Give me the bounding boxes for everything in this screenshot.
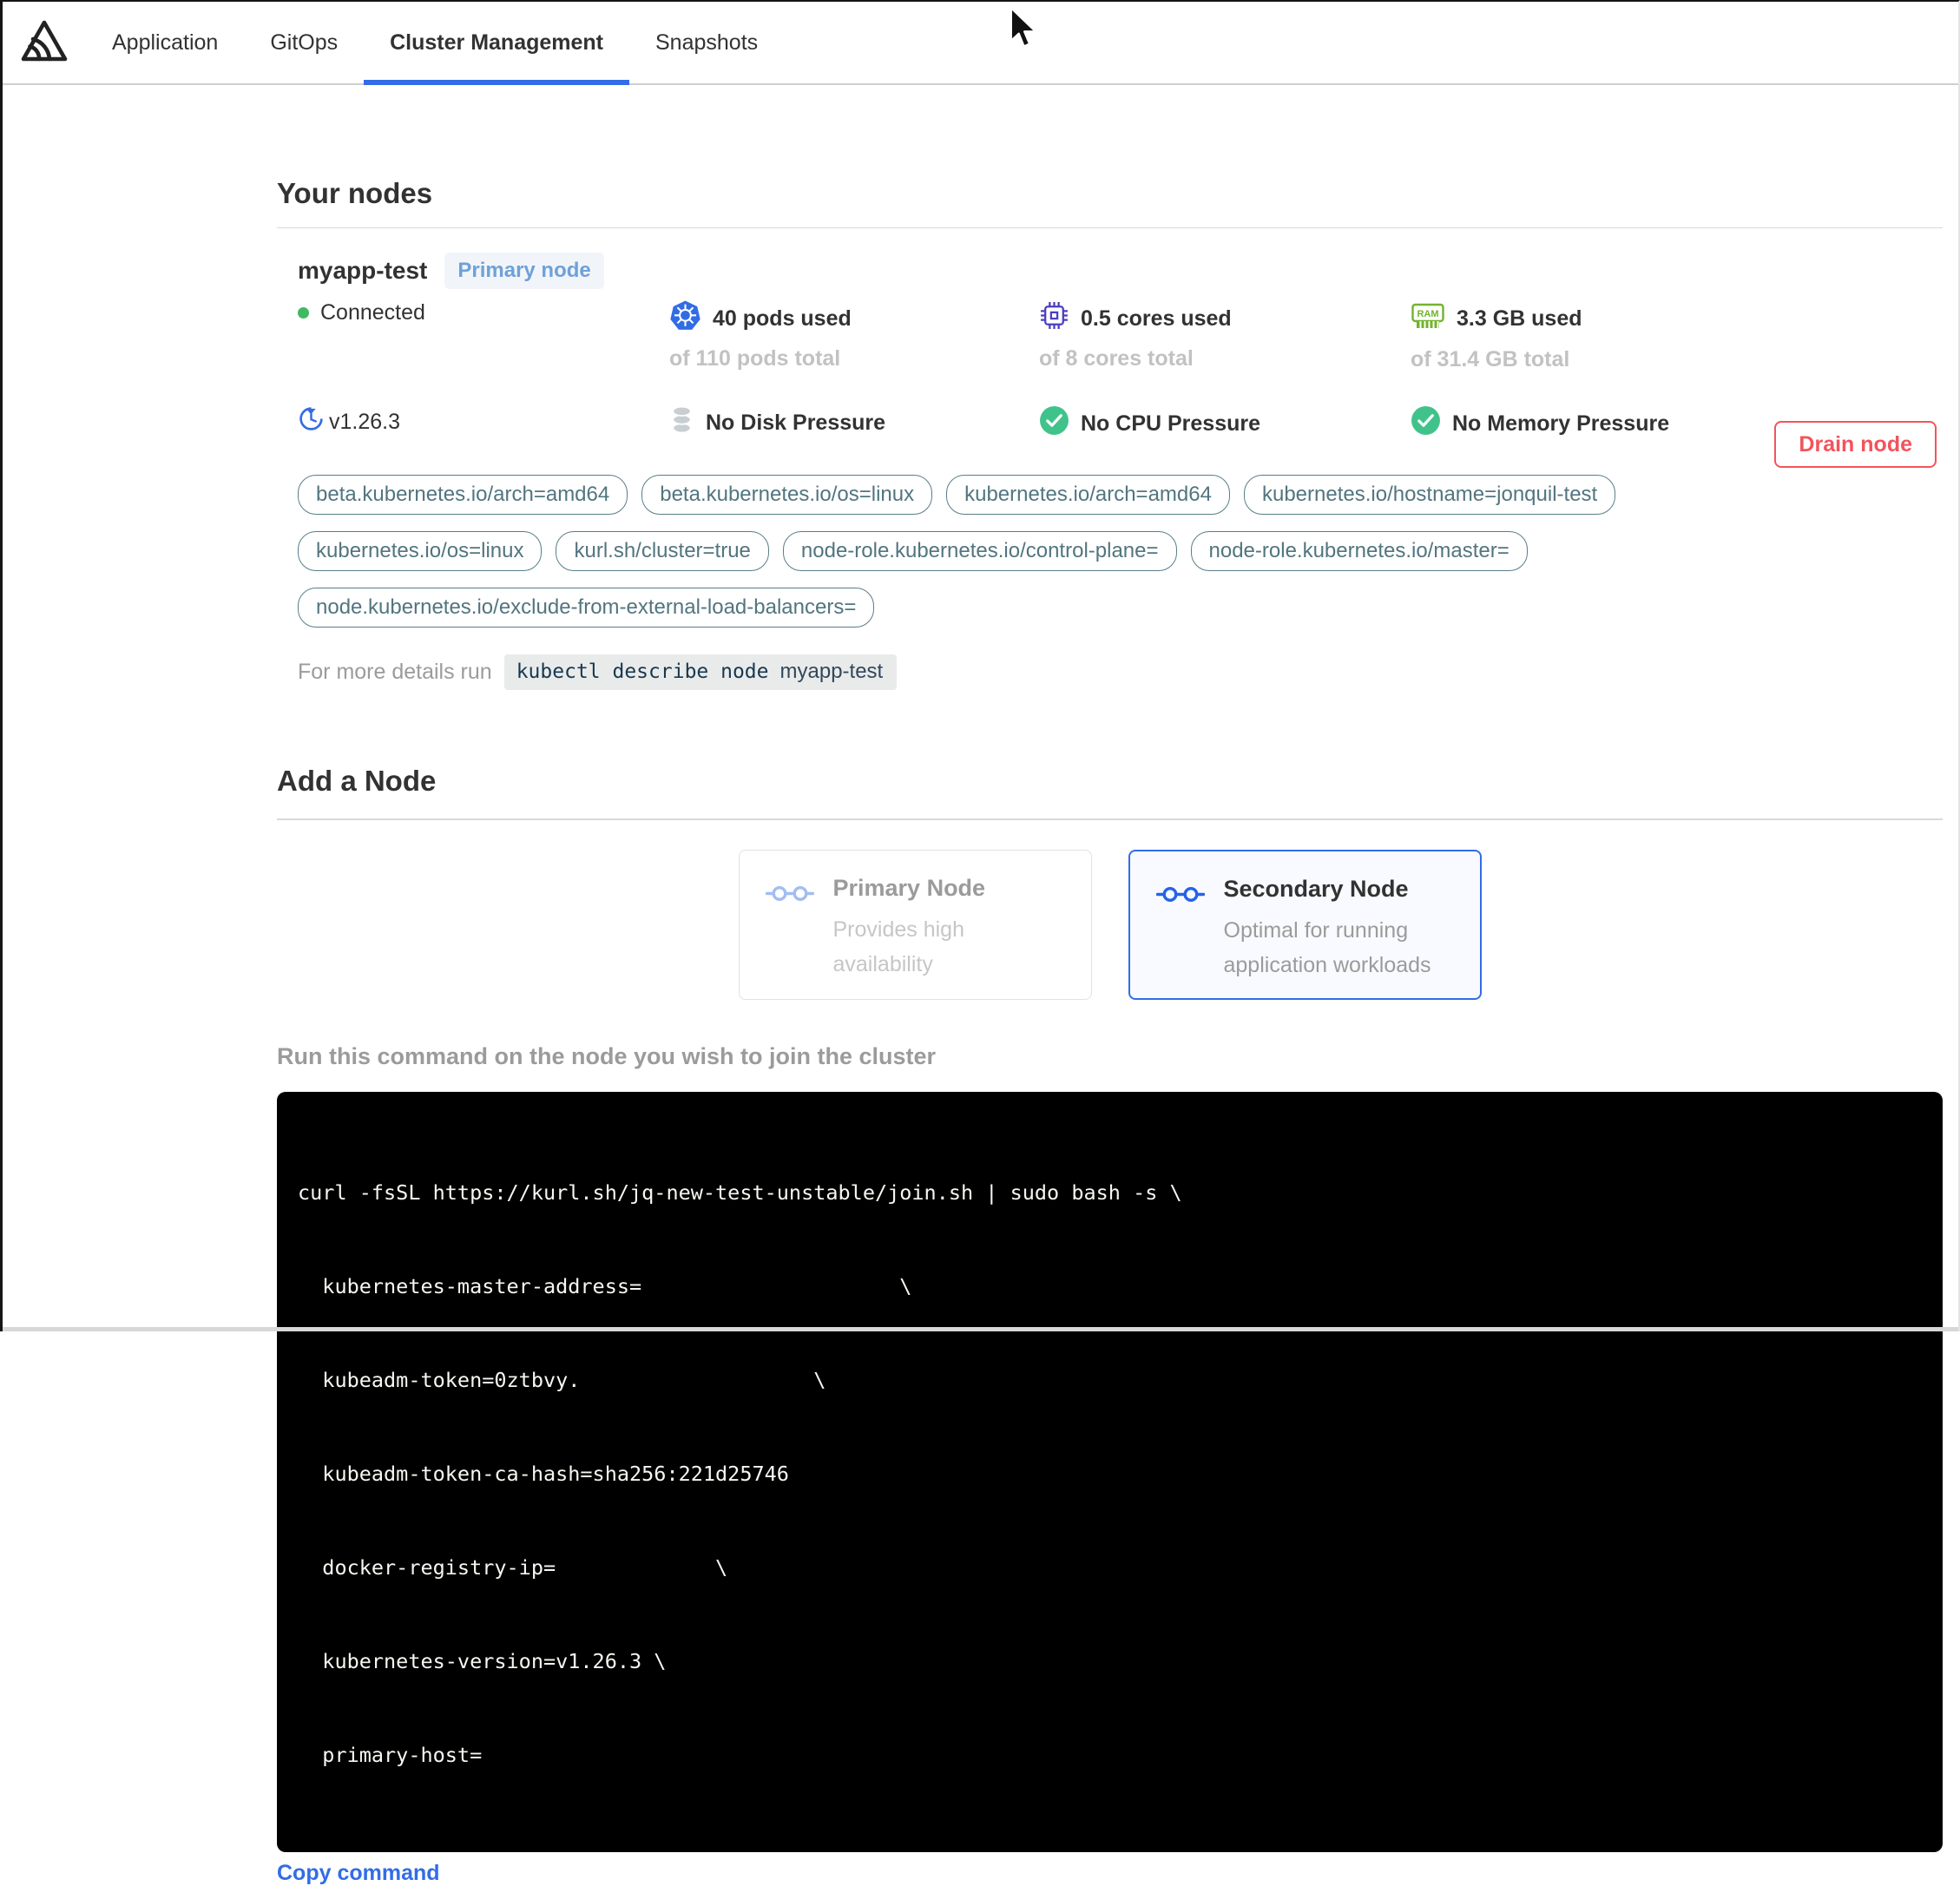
node-label-pill: beta.kubernetes.io/arch=amd64	[298, 475, 628, 515]
node-label-pill: node.kubernetes.io/exclude-from-external…	[298, 588, 875, 628]
node-label-pill: node-role.kubernetes.io/control-plane=	[782, 531, 1177, 571]
node-label-pill: kubernetes.io/arch=amd64	[946, 475, 1230, 515]
primary-node-option[interactable]: Primary Node Provides high availability	[738, 850, 1092, 1000]
node-label-pill: beta.kubernetes.io/os=linux	[641, 475, 933, 515]
node-labels: beta.kubernetes.io/arch=amd64 beta.kuber…	[298, 475, 1652, 628]
mouse-cursor-icon	[1008, 7, 1039, 56]
node-link-icon	[765, 882, 814, 999]
join-command-line: docker-registry-ip= \	[298, 1555, 728, 1580]
node-label-pill: kubernetes.io/hostname=jonquil-test	[1243, 475, 1616, 515]
primary-node-option-subtitle: Provides high availability	[832, 917, 964, 976]
join-command-block: curl -fsSL https://kurl.sh/jq-new-test-u…	[277, 1092, 1943, 1852]
join-instruction: Run this command on the node you wish to…	[277, 1043, 937, 1069]
describe-command: kubectl describe node	[516, 660, 769, 683]
pods-total-label: of 110 pods total	[669, 346, 841, 371]
svg-text:RAM: RAM	[1417, 309, 1438, 319]
tab-application[interactable]: Application	[86, 2, 244, 83]
add-node-title: Add a Node	[277, 765, 437, 797]
ram-icon: RAM	[1411, 300, 1445, 338]
check-circle-icon	[1039, 405, 1069, 442]
memory-stat: RAM 3.3 GB used of 31.4 GB total	[1411, 300, 1943, 372]
top-nav: Application GitOps Cluster Management Sn…	[3, 2, 1958, 85]
memory-total-label: of 31.4 GB total	[1411, 347, 1570, 371]
node-header: myapp-test Primary node	[298, 253, 1943, 289]
join-command-line: kubernetes-master-address= \	[298, 1274, 912, 1298]
primary-node-option-title: Primary Node	[832, 875, 986, 901]
tab-snapshots[interactable]: Snapshots	[629, 2, 784, 83]
node-label-pill: kubernetes.io/os=linux	[298, 531, 543, 571]
window-bottom-edge	[3, 1327, 1958, 1331]
node-stats-grid: Connected 40 pods used of 110 pods total	[298, 300, 1943, 442]
join-command-line: kubeadm-token-ca-hash=sha256:221d25746	[298, 1462, 789, 1486]
cores-total-label: of 8 cores total	[1039, 346, 1194, 371]
cores-used-label: 0.5 cores used	[1081, 306, 1232, 331]
pods-stat: 40 pods used of 110 pods total	[669, 300, 1039, 371]
disk-icon	[669, 405, 694, 440]
tab-cluster-management[interactable]: Cluster Management	[364, 2, 629, 85]
describe-command-chip: kubectl describe node myapp-test	[503, 654, 898, 690]
node-details-hint: For more details run kubectl describe no…	[298, 654, 1943, 690]
your-nodes-title: Your nodes	[277, 177, 433, 209]
kubernetes-icon	[669, 300, 701, 337]
describe-command-arg: myapp-test	[779, 660, 884, 683]
disk-pressure-label: No Disk Pressure	[706, 410, 886, 435]
update-icon	[298, 405, 325, 438]
node-status: Connected	[298, 300, 669, 325]
join-command-line: kubernetes-version=v1.26.3 \	[298, 1649, 667, 1673]
pods-used-label: 40 pods used	[713, 306, 852, 331]
node-link-icon	[1155, 883, 1205, 998]
copy-command-link[interactable]: Copy command	[277, 1861, 440, 1886]
cpu-pressure-condition: No CPU Pressure	[1039, 405, 1411, 442]
cpu-icon	[1039, 300, 1069, 337]
cpu-pressure-label: No CPU Pressure	[1081, 411, 1261, 436]
join-command-line: kubeadm-token=0ztbvy. \	[298, 1368, 826, 1392]
check-circle-icon	[1411, 405, 1441, 442]
connected-dot-icon	[298, 307, 309, 319]
memory-pressure-label: No Memory Pressure	[1452, 411, 1670, 436]
secondary-node-option-title: Secondary Node	[1223, 876, 1409, 902]
memory-used-label: 3.3 GB used	[1457, 306, 1582, 331]
details-prefix: For more details run	[298, 660, 492, 684]
nav-tabs: Application GitOps Cluster Management Sn…	[86, 2, 784, 85]
app-triangle-logo-icon	[21, 20, 68, 66]
app-logo	[3, 2, 86, 83]
secondary-node-option[interactable]: Secondary Node Optimal for running appli…	[1128, 850, 1482, 1000]
node-version-label: v1.26.3	[329, 409, 401, 434]
primary-node-badge: Primary node	[444, 253, 604, 289]
node-card: Drain node myapp-test Primary node Conne…	[277, 228, 1943, 690]
node-label-pill: node-role.kubernetes.io/master=	[1190, 531, 1528, 571]
secondary-node-option-subtitle: Optimal for running application workload…	[1223, 918, 1431, 977]
join-command-line: primary-host=	[298, 1743, 483, 1767]
tab-gitops[interactable]: GitOps	[244, 2, 364, 83]
add-node-divider	[277, 818, 1943, 820]
node-label-pill: kurl.sh/cluster=true	[556, 531, 769, 571]
cores-stat: 0.5 cores used of 8 cores total	[1039, 300, 1411, 371]
node-name: myapp-test	[298, 257, 428, 284]
drain-node-button[interactable]: Drain node	[1774, 421, 1937, 468]
node-type-options: Primary Node Provides high availability	[277, 850, 1943, 1000]
node-status-label: Connected	[320, 300, 425, 325]
node-version: v1.26.3	[298, 405, 669, 438]
join-command-line: curl -fsSL https://kurl.sh/jq-new-test-u…	[298, 1180, 1182, 1205]
disk-pressure-condition: No Disk Pressure	[669, 405, 1039, 440]
